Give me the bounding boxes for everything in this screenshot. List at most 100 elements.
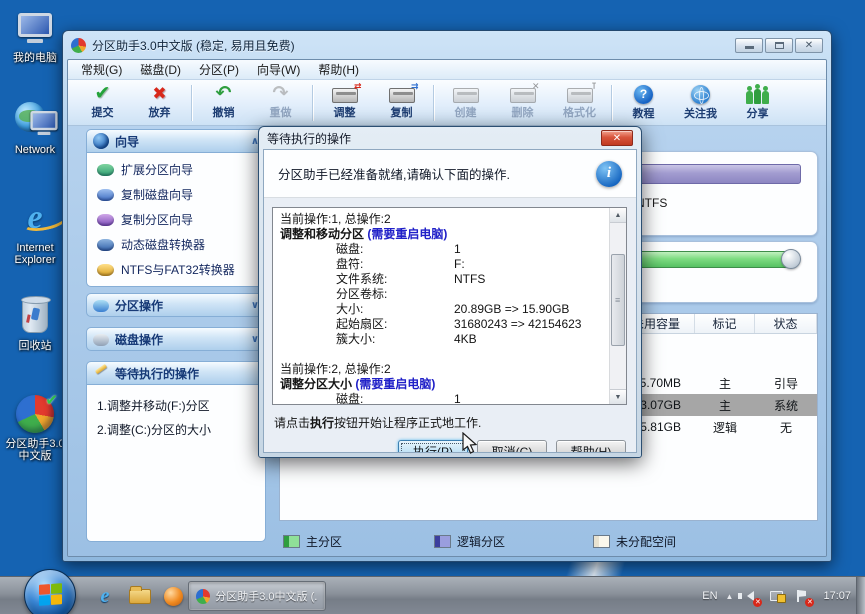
help-button[interactable]: 帮助(H) xyxy=(556,440,626,453)
clock[interactable]: 17:07 xyxy=(823,590,851,602)
sidebar-panel-partition-ops-header[interactable]: 分区操作 ∨ xyxy=(86,293,266,317)
extend-wizard-icon xyxy=(97,164,114,176)
toolbar-tutorial-button[interactable]: ?教程 xyxy=(615,85,672,121)
taskbar-app-icon[interactable] xyxy=(161,584,185,608)
op-prop: 磁盘:1 xyxy=(280,242,602,257)
format-disk-icon: ⊺ xyxy=(567,88,593,103)
column-header-mark[interactable]: 标记 xyxy=(695,314,755,333)
minimize-button[interactable] xyxy=(735,38,763,53)
close-button[interactable]: ✕ xyxy=(795,38,823,53)
copy-partition-icon xyxy=(97,214,114,226)
toolbar-undo-button[interactable]: ↶撤销 xyxy=(195,85,252,120)
partition-ops-icon xyxy=(93,300,109,312)
resize-handle[interactable] xyxy=(781,249,801,269)
toolbar-share-button[interactable]: 分享 xyxy=(729,85,786,121)
partition-assistant-mini-icon xyxy=(196,589,210,604)
toolbar-commit-button[interactable]: ✔提交 xyxy=(74,85,131,120)
dynamic-disk-icon xyxy=(97,239,114,251)
windows-logo-icon xyxy=(39,583,63,607)
column-header-status[interactable]: 状态 xyxy=(755,314,817,333)
primary-swatch-icon xyxy=(283,535,300,548)
toolbar-redo-button: ↷重做 xyxy=(252,85,309,120)
toolbar-create-button: 创建 xyxy=(437,85,494,120)
scroll-up-icon[interactable]: ▲ xyxy=(610,208,626,223)
info-icon: i xyxy=(596,161,622,187)
legend: 主分区 逻辑分区 未分配空间 xyxy=(283,529,818,553)
op-prop: 分区卷标: xyxy=(280,287,602,302)
legend-unallocated: 未分配空间 xyxy=(593,533,676,550)
sidebar-panel-disk-ops-header[interactable]: 磁盘操作 ∨ xyxy=(86,327,266,351)
desktop-icon-internet-explorer[interactable]: e Internet Explorer xyxy=(2,196,68,266)
dialog-header-text: 分区助手已经准备就绪,请确认下面的操作. xyxy=(278,164,510,183)
panel-title: 磁盘操作 xyxy=(115,331,163,348)
menu-help[interactable]: 帮助(H) xyxy=(309,61,368,78)
op-prop: 文件系统:NTFS xyxy=(280,272,602,287)
op-prop: 盘符:F: xyxy=(280,257,602,272)
action-center-icon[interactable]: ✕ xyxy=(793,588,811,604)
op-prop: 起始扇区:31680243 => 42154623 xyxy=(280,317,602,332)
system-tray: EN ▲ ✕ ✕ 17:07 xyxy=(702,577,851,614)
language-indicator[interactable]: EN xyxy=(702,590,717,602)
create-disk-icon xyxy=(453,88,479,103)
proceed-button[interactable]: 执行(P) xyxy=(398,440,468,453)
operations-list[interactable]: 当前操作:1, 总操作:2 调整和移动分区 (需要重启电脑) 磁盘:1 盘符:F… xyxy=(272,207,627,405)
menu-partition[interactable]: 分区(P) xyxy=(190,61,248,78)
toolbar-format-button: ⊺格式化 xyxy=(551,85,608,120)
people-icon xyxy=(746,85,769,104)
panel-title: 向导 xyxy=(115,133,139,150)
copy-disk-icon: ⇉ xyxy=(389,88,415,103)
desktop: 我的电脑 Network e Internet Explorer 回收站 ✔ 分… xyxy=(0,0,865,614)
sidebar-item-dynamic-disk-converter[interactable]: 动态磁盘转换器 xyxy=(89,232,263,257)
hidden-icons-chevron-icon[interactable]: ▲ xyxy=(726,592,734,601)
taskbar-explorer-icon[interactable] xyxy=(128,584,152,608)
sidebar-panel-wizard-header[interactable]: 向导 ∧ xyxy=(86,129,266,153)
pending-operations-dialog: 等待执行的操作 ✕ 分区助手已经准备就绪,请确认下面的操作. i 当前操作:1,… xyxy=(258,126,642,458)
toolbar-resize-button[interactable]: ⇄调整 xyxy=(316,85,373,120)
panel-title: 分区操作 xyxy=(115,297,163,314)
op-title: 调整分区大小 (需要重启电脑) xyxy=(280,377,602,392)
delete-disk-icon: ✕ xyxy=(510,88,536,103)
taskbar-ie-icon[interactable]: e xyxy=(93,584,117,608)
scrollbar[interactable]: ▲ ▼ xyxy=(609,208,626,404)
desktop-icon-recycle-bin[interactable]: 回收站 xyxy=(2,294,68,352)
desktop-icon-partition-assistant[interactable]: ✔ 分区助手3.0中文版 xyxy=(2,392,68,462)
sidebar-item-extend-partition-wizard[interactable]: 扩展分区向导 xyxy=(89,157,263,182)
toolbar-follow-button[interactable]: 关注我 xyxy=(672,85,729,121)
panel-title: 等待执行的操作 xyxy=(115,365,199,382)
pending-op-item[interactable]: 2.调整(C:)分区的大小 xyxy=(91,417,261,441)
desktop-icon-label: 我的电脑 xyxy=(2,52,68,64)
op-counter: 当前操作:1, 总操作:2 xyxy=(280,212,602,227)
desktop-icon-network[interactable]: Network xyxy=(2,98,68,156)
scroll-down-icon[interactable]: ▼ xyxy=(610,389,626,404)
wizard-panel-body: 扩展分区向导 复制磁盘向导 复制分区向导 动态磁盘转换器 NTFS与FAT32转… xyxy=(86,153,266,287)
menu-wizard[interactable]: 向导(W) xyxy=(248,61,309,78)
menubar: 常规(G) 磁盘(D) 分区(P) 向导(W) 帮助(H) xyxy=(68,60,826,80)
toolbar-delete-button: ✕删除 xyxy=(494,85,551,120)
start-button[interactable] xyxy=(24,569,76,614)
cancel-button[interactable]: 取消(C) xyxy=(477,440,547,453)
scroll-thumb[interactable] xyxy=(611,254,625,346)
sidebar-item-ntfs-fat32-converter[interactable]: NTFS与FAT32转换器 xyxy=(89,257,263,282)
globe-icon xyxy=(691,85,710,104)
dialog-titlebar: 等待执行的操作 ✕ xyxy=(263,127,637,149)
toolbar-discard-button[interactable]: ✖放弃 xyxy=(131,85,188,120)
desktop-icon-my-computer[interactable]: 我的电脑 xyxy=(2,6,68,64)
pending-op-item[interactable]: 1.调整并移动(F:)分区 xyxy=(91,393,261,417)
desktop-icon-label: 分区助手3.0中文版 xyxy=(2,438,68,462)
maximize-button[interactable] xyxy=(765,38,793,53)
menu-general[interactable]: 常规(G) xyxy=(72,61,131,78)
sidebar-item-copy-partition-wizard[interactable]: 复制分区向导 xyxy=(89,207,263,232)
taskbar-button-label: 分区助手3.0中文版 (... xyxy=(215,588,318,604)
taskbar-partition-assistant-button[interactable]: 分区助手3.0中文版 (... xyxy=(188,581,326,611)
window-title: 分区助手3.0中文版 (稳定, 易用且免费) xyxy=(92,37,295,54)
volume-muted-icon[interactable]: ✕ xyxy=(741,588,759,604)
sidebar-item-copy-disk-wizard[interactable]: 复制磁盘向导 xyxy=(89,182,263,207)
sidebar-panel-pending-ops-header[interactable]: 等待执行的操作 xyxy=(86,361,266,385)
my-computer-icon xyxy=(2,6,68,50)
show-desktop-button[interactable] xyxy=(856,577,865,614)
menu-disk[interactable]: 磁盘(D) xyxy=(131,61,190,78)
network-status-icon[interactable] xyxy=(767,588,785,604)
dialog-close-button[interactable]: ✕ xyxy=(601,130,633,146)
toolbar-copy-button[interactable]: ⇉复制 xyxy=(373,85,430,120)
legend-primary: 主分区 xyxy=(283,533,342,550)
